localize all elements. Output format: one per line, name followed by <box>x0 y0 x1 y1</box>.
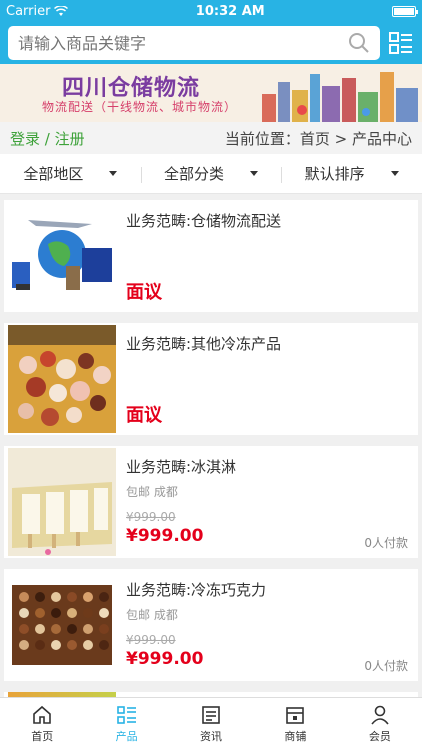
status-bar: Carrier 10:32 AM <box>0 0 422 22</box>
filter-region-label: 全部地区 <box>23 165 84 183</box>
search-input[interactable] <box>18 33 298 53</box>
clock: 10:32 AM <box>195 3 265 19</box>
product-title: 业务范畴:其他冷冻产品 <box>126 335 282 353</box>
filter-sort[interactable]: 默认排序 <box>281 163 422 184</box>
category-menu-icon[interactable] <box>388 30 414 56</box>
product-card[interactable]: 业务范畴:冰淇淋 包邮 成都 ¥999.00 ¥999.00 0人付款 <box>4 446 418 558</box>
tab-news-label: 资讯 <box>200 730 223 743</box>
product-original-price: ¥999.00 <box>126 510 176 524</box>
battery-icon <box>392 5 418 17</box>
search-box[interactable] <box>8 26 380 60</box>
tab-products-label: 产品 <box>115 730 138 743</box>
product-title: 业务范畴:冰淇淋 <box>126 458 237 476</box>
product-card[interactable]: 业务范畴:其他冷冻产品 面议 <box>4 323 418 435</box>
chevron-down-icon <box>390 171 399 176</box>
breadcrumb-bar: 登录 / 注册 当前位置：首页 > 产品中心 <box>0 122 422 154</box>
product-price: ¥999.00 <box>126 526 204 546</box>
filter-region[interactable]: 全部地区 <box>0 163 141 184</box>
ice-cream-image <box>8 448 116 556</box>
product-meta: 包邮 成都 <box>126 608 178 622</box>
wifi-icon <box>54 5 69 16</box>
tab-products[interactable]: 产品 <box>84 698 168 750</box>
chevron-down-icon <box>109 171 118 176</box>
product-price: 面议 <box>126 282 162 303</box>
tab-home-label: 首页 <box>31 730 54 743</box>
filter-category[interactable]: 全部分类 <box>140 163 282 184</box>
filter-bar: 全部地区 全部分类 默认排序 <box>0 154 422 194</box>
banner-subtitle: 物流配送（干线物流、城市物流） <box>42 100 238 114</box>
product-sales-count: 0人付款 <box>364 536 408 550</box>
product-list-icon <box>116 706 136 724</box>
tab-member[interactable]: 会员 <box>338 698 422 750</box>
chocolate-image <box>8 571 116 679</box>
breadcrumb: 当前位置：首页 > 产品中心 <box>224 129 412 148</box>
tab-home[interactable]: 首页 <box>0 698 84 750</box>
app-header: Carrier 10:32 AM <box>0 0 422 64</box>
tab-member-label: 会员 <box>368 730 391 743</box>
shop-icon <box>286 707 305 724</box>
login-register-link[interactable]: 登录 / 注册 <box>10 128 85 149</box>
promo-banner[interactable]: 四川仓储物流 物流配送（干线物流、城市物流） <box>0 64 422 122</box>
product-sales-count: 0人付款 <box>364 659 408 673</box>
product-meta: 包邮 成都 <box>126 485 178 499</box>
logistics-image <box>8 202 116 310</box>
chevron-down-icon <box>250 171 259 176</box>
product-title: 业务范畴:冷冻巧克力 <box>126 581 267 599</box>
product-card[interactable]: 业务范畴:仓储物流配送 面议 <box>4 200 418 312</box>
product-title: 业务范畴:仓储物流配送 <box>126 212 282 230</box>
user-icon <box>371 705 389 725</box>
filter-category-label: 全部分类 <box>164 165 225 183</box>
news-icon <box>202 706 220 724</box>
product-price: ¥999.00 <box>126 649 204 669</box>
product-card[interactable]: 业务范畴:冷冻巧克力 包邮 成都 ¥999.00 ¥999.00 0人付款 <box>4 569 418 681</box>
frozen-food-image <box>8 325 116 433</box>
product-original-price: ¥999.00 <box>126 633 176 647</box>
tab-news[interactable]: 资讯 <box>169 698 253 750</box>
filter-sort-label: 默认排序 <box>304 165 365 183</box>
tab-shop[interactable]: 商铺 <box>253 698 337 750</box>
carrier-label: Carrier <box>6 3 51 19</box>
home-icon <box>33 705 52 724</box>
city-illustration-icon <box>262 72 418 122</box>
product-list: 业务范畴:仓储物流配送 面议 业务范畴:其他冷冻产品 面议 业务范畴:冰淇淋 包… <box>0 194 422 702</box>
search-icon[interactable] <box>348 32 370 54</box>
tab-shop-label: 商铺 <box>284 730 307 743</box>
bottom-tab-bar: 首页 产品 资讯 商铺 会员 <box>0 697 422 750</box>
product-price: 面议 <box>126 405 162 426</box>
